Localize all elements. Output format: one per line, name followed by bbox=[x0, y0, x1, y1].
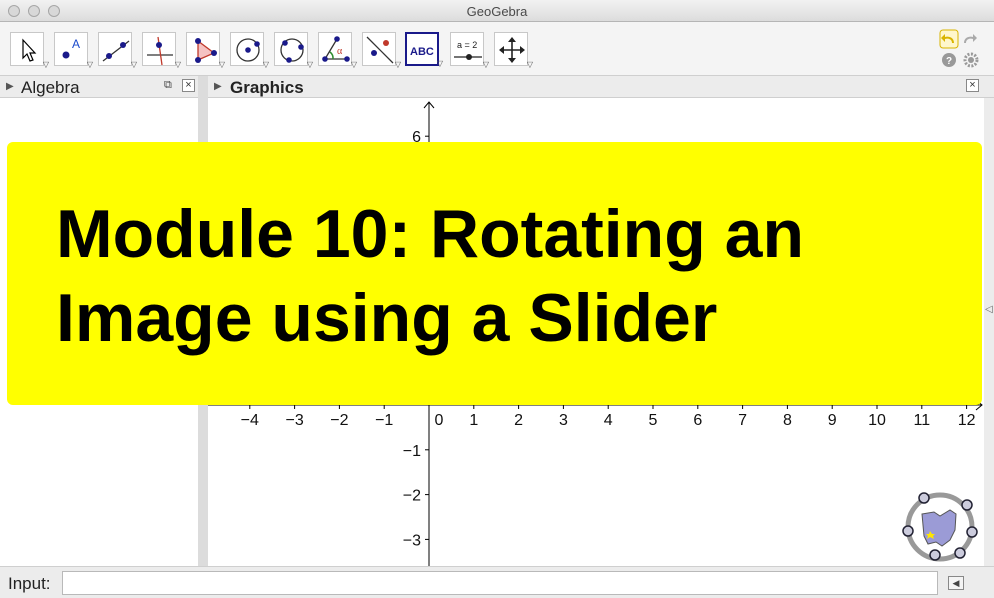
circle-three-points-icon bbox=[280, 38, 304, 63]
point-icon-label: A bbox=[72, 37, 80, 51]
algebra-panel-header: ▶ Algebra ⧉ × bbox=[0, 76, 200, 98]
graphics-panel-header: ▶ Graphics × bbox=[208, 76, 994, 98]
gear-icon[interactable] bbox=[963, 52, 979, 68]
redo-icon[interactable] bbox=[964, 34, 977, 43]
reflect-about-line-icon bbox=[366, 36, 394, 64]
arrow-cursor-icon bbox=[22, 38, 37, 62]
angle-icon-label: α bbox=[337, 46, 343, 57]
help-icon[interactable]: ? bbox=[942, 53, 956, 67]
polygon-icon bbox=[195, 38, 217, 63]
perpendicular-line-icon bbox=[147, 36, 173, 66]
move-graphics-view-tool-button[interactable]: ▽ bbox=[494, 32, 533, 69]
x-tick-label: 12 bbox=[958, 412, 976, 429]
undo-icon[interactable] bbox=[939, 29, 959, 49]
slider-icon: a = 2 bbox=[454, 40, 482, 60]
banner-title-line-2: Image using a Slider bbox=[56, 280, 718, 356]
x-tick-label: 5 bbox=[649, 412, 658, 429]
title-bar: GeoGebra bbox=[0, 0, 994, 22]
x-tick-label: 9 bbox=[828, 412, 837, 429]
x-tick-label: 11 bbox=[913, 412, 930, 429]
slider-icon-label: a = 2 bbox=[457, 40, 477, 50]
reflect-tool-button[interactable]: ▽ bbox=[362, 32, 401, 69]
x-tick-label: −4 bbox=[241, 412, 259, 429]
line-icon bbox=[102, 40, 130, 62]
title-banner: Module 10: Rotating an Image using a Sli… bbox=[7, 142, 982, 405]
graphics-side-strip: ◁ bbox=[984, 98, 994, 566]
circle-three-points-tool-button[interactable]: ▽ bbox=[274, 32, 313, 69]
move-tool-button[interactable]: ▽ bbox=[10, 32, 49, 69]
angle-icon: α bbox=[322, 36, 350, 62]
toolbar-corner-controls: ? bbox=[938, 28, 982, 72]
undock-icon[interactable]: ⧉ bbox=[164, 79, 172, 92]
x-tick-label: −1 bbox=[375, 412, 393, 429]
graphics-collapse-arrow-icon[interactable]: ▶ bbox=[214, 81, 222, 92]
x-tick-label: 2 bbox=[514, 412, 523, 429]
y-tick-label: −2 bbox=[403, 488, 421, 505]
x-tick-label: 6 bbox=[693, 412, 702, 429]
x-tick-label: 7 bbox=[738, 412, 747, 429]
x-tick-label: 10 bbox=[868, 412, 886, 429]
circle-center-icon bbox=[236, 38, 260, 62]
window-title: GeoGebra bbox=[466, 4, 528, 19]
new-point-tool-button[interactable]: A ▽ bbox=[54, 32, 93, 69]
close-algebra-button[interactable]: × bbox=[182, 79, 195, 92]
algebra-panel-label: Algebra bbox=[21, 78, 80, 97]
x-tick-label: 4 bbox=[604, 412, 613, 429]
x-tick-label: 1 bbox=[469, 412, 478, 429]
ohio-logo-icon bbox=[902, 492, 978, 562]
text-icon-label: ABC bbox=[410, 46, 434, 58]
input-label: Input: bbox=[8, 574, 51, 593]
input-field[interactable] bbox=[62, 571, 938, 595]
perpendicular-line-tool-button[interactable]: ▽ bbox=[142, 32, 181, 69]
expand-side-arrow-icon[interactable]: ◁ bbox=[985, 304, 993, 315]
text-tool-button[interactable]: ABC ▽ bbox=[405, 32, 443, 68]
x-tick-label: 8 bbox=[783, 412, 792, 429]
algebra-collapse-arrow-icon[interactable]: ▶ bbox=[6, 81, 14, 92]
banner-title-line-1: Module 10: Rotating an bbox=[56, 196, 804, 272]
y-tick-label: −1 bbox=[403, 443, 421, 460]
input-help-icon[interactable]: ◀ bbox=[948, 576, 964, 590]
move-cross-arrows-icon bbox=[499, 37, 525, 63]
svg-text:?: ? bbox=[946, 56, 952, 67]
banner-title: Module 10: Rotating an Image using a Sli… bbox=[56, 192, 956, 360]
graphics-panel-label: Graphics bbox=[230, 78, 304, 97]
x-tick-label: 3 bbox=[559, 412, 568, 429]
line-tool-button[interactable]: ▽ bbox=[98, 32, 137, 69]
circle-center-point-tool-button[interactable]: ▽ bbox=[230, 32, 269, 69]
close-graphics-button[interactable]: × bbox=[966, 79, 979, 92]
angle-tool-button[interactable]: α ▽ bbox=[318, 32, 357, 69]
x-tick-label: −3 bbox=[285, 412, 303, 429]
slider-tool-button[interactable]: a = 2 ▽ bbox=[450, 32, 489, 69]
y-tick-label: −3 bbox=[403, 532, 421, 549]
point-icon: A bbox=[62, 37, 80, 59]
geogebra-window: GeoGebra ▽ A ▽ ▽ ▽ ▽ ▽ ▽ α ▽ ▽ ABC ▽ a =… bbox=[0, 0, 994, 598]
input-bar: Input: ◀ bbox=[0, 566, 994, 598]
polygon-tool-button[interactable]: ▽ bbox=[186, 32, 225, 69]
x-tick-label: −2 bbox=[330, 412, 348, 429]
toolbar: ▽ A ▽ ▽ ▽ ▽ ▽ ▽ α ▽ ▽ ABC ▽ a = 2 ▽ ▽ ? bbox=[0, 22, 994, 76]
x-tick-label: 0 bbox=[435, 412, 444, 429]
